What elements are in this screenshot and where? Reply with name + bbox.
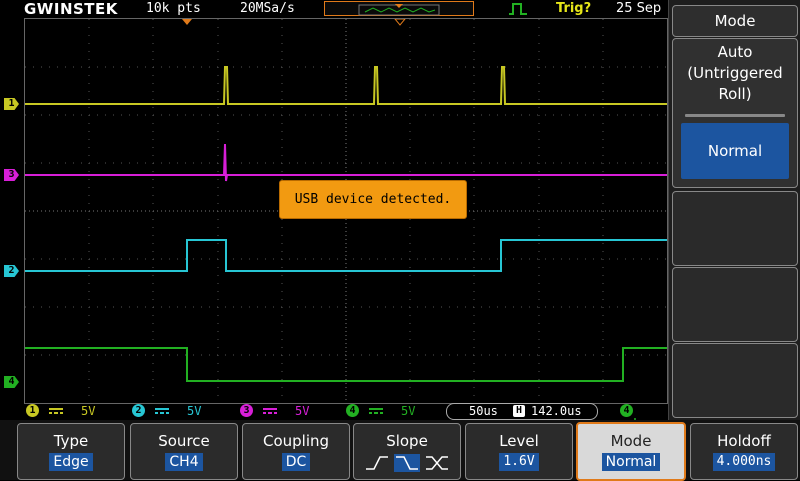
mode-label: Mode: [610, 432, 652, 450]
dc-coupling-icon: [369, 403, 383, 421]
side-button-3[interactable]: [672, 191, 798, 266]
memory-position-bar: [324, 1, 474, 16]
ch4-badge: 4: [346, 404, 359, 417]
coupling-button[interactable]: Coupling DC: [242, 423, 350, 480]
date-display: 25 Sep: [616, 1, 662, 16]
channel-info-bar: 1 5V 2 5V 3 5V 4 5V 50us H 142.0us 4: [24, 403, 666, 429]
coupling-label: Coupling: [262, 432, 330, 450]
trigger-info: 4: [620, 403, 666, 429]
status-bar: GWINSTEK 10k pts 20MSa/s Trig? 25 Sep: [0, 0, 668, 18]
side-button-5[interactable]: [672, 343, 798, 418]
side-button-4[interactable]: [672, 267, 798, 342]
level-button[interactable]: Level 1.6V: [465, 423, 573, 480]
ch1-trace: [25, 66, 667, 105]
ch1-info[interactable]: 1 5V: [26, 403, 95, 419]
side-menu: Mode Auto (Untriggered Roll) Normal: [668, 0, 800, 420]
holdoff-label: Holdoff: [717, 432, 771, 450]
delay-marker: [394, 19, 406, 26]
level-value: 1.6V: [499, 453, 539, 471]
ch3-badge: 3: [240, 404, 253, 417]
bottom-menu: Type Edge Source CH4 Coupling DC Slope L…: [0, 420, 800, 481]
type-label: Type: [53, 432, 89, 450]
holdoff-value: 4.000ns: [712, 453, 776, 471]
slope-label: Slope: [386, 432, 428, 450]
ch1-scale: 5V: [81, 404, 96, 418]
timebase-info[interactable]: 50us H 142.0us: [446, 403, 598, 420]
horizontal-delay: 142.0us: [531, 404, 582, 418]
trigger-edge-icon: [509, 3, 527, 15]
trigger-position-marker: [182, 19, 192, 25]
ch4-trace: [25, 347, 667, 382]
trigger-source-badge: 4: [620, 404, 633, 417]
source-label: Source: [158, 432, 210, 450]
ch4-info[interactable]: 4 5V: [346, 403, 415, 419]
slope-button[interactable]: Slope: [353, 423, 461, 480]
mode-option-auto[interactable]: Auto (Untriggered Roll): [673, 42, 797, 105]
timebase-scale: 50us: [469, 404, 498, 418]
horizontal-position-icon: H: [513, 405, 525, 417]
ch1-ground-marker[interactable]: 1: [4, 98, 19, 110]
sample-rate: 20MSa/s: [240, 1, 295, 16]
source-button[interactable]: Source CH4: [130, 423, 238, 480]
ch2-info[interactable]: 2 5V: [132, 403, 201, 419]
side-mode-selector[interactable]: Auto (Untriggered Roll) Normal: [672, 38, 798, 188]
ch1-badge: 1: [26, 404, 39, 417]
waveform-display[interactable]: USB device detected. F: [24, 18, 691, 419]
mode-button[interactable]: Mode Normal: [576, 422, 686, 481]
ch2-ground-marker[interactable]: 2: [4, 265, 19, 277]
mode-value: Normal: [601, 453, 661, 471]
ch4-scale: 5V: [401, 404, 416, 418]
rising-edge-icon: [366, 456, 388, 470]
ch3-scale: 5V: [295, 404, 310, 418]
type-value: Edge: [49, 453, 93, 471]
source-value: CH4: [165, 453, 203, 471]
brand-logo: GWINSTEK: [24, 0, 118, 18]
dc-coupling-icon: [155, 403, 169, 421]
ch3-ground-marker[interactable]: 3: [4, 169, 19, 181]
either-edge-icon: [426, 456, 448, 470]
side-menu-title: Mode: [672, 5, 798, 37]
dc-coupling-icon: [49, 403, 63, 421]
holdoff-button[interactable]: Holdoff 4.000ns: [690, 423, 798, 480]
notification-message: USB device detected.: [279, 180, 467, 219]
dc-coupling-icon: [263, 403, 277, 421]
type-button[interactable]: Type Edge: [17, 423, 125, 480]
ch2-badge: 2: [132, 404, 145, 417]
record-length: 10k pts: [146, 1, 201, 16]
trigger-status: Trig?: [556, 1, 592, 16]
option-divider: [685, 114, 785, 117]
ch3-info[interactable]: 3 5V: [240, 403, 309, 419]
falling-edge-icon: [394, 454, 420, 472]
ch2-scale: 5V: [187, 404, 202, 418]
mode-option-normal[interactable]: Normal: [681, 123, 789, 179]
memory-waveform-icon: [358, 4, 440, 16]
ch4-ground-marker[interactable]: 4: [4, 376, 19, 388]
level-label: Level: [499, 432, 539, 450]
coupling-value: DC: [281, 453, 311, 471]
